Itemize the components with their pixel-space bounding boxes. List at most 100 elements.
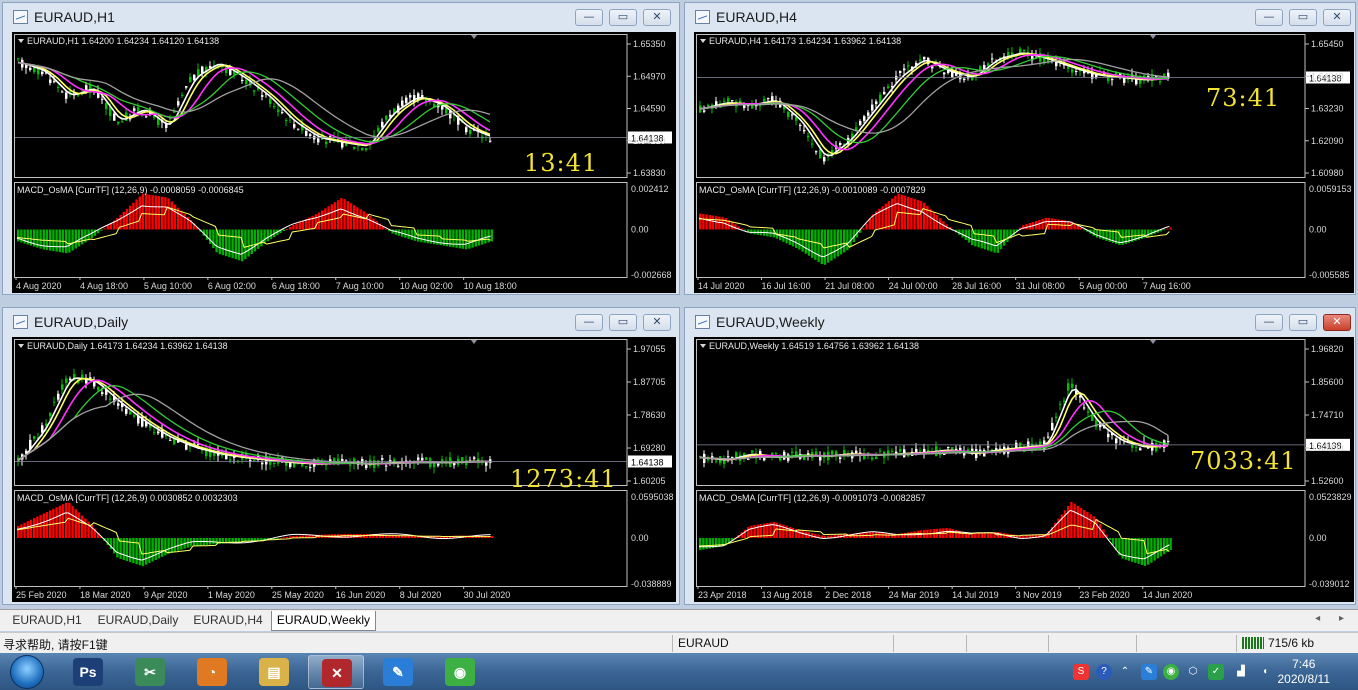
macd-bar — [317, 212, 321, 230]
macd-bar — [807, 229, 811, 256]
tab-euraud-h1[interactable]: EURAUD,H1 — [4, 611, 90, 631]
candle — [349, 464, 352, 466]
macd-bar — [301, 220, 305, 230]
tab-euraud-daily[interactable]: EURAUD,Daily — [90, 611, 186, 631]
candle — [273, 463, 276, 465]
tray-expand-icon[interactable]: ⌃ — [1117, 664, 1133, 680]
candle — [425, 457, 428, 460]
taskbar-app[interactable]: ◔ — [184, 655, 240, 689]
time-tick-label: 14 Jun 2020 — [1143, 590, 1193, 600]
macd-bar — [715, 216, 718, 230]
taskbar-app[interactable]: Ps — [60, 655, 116, 689]
tab-euraud-h4[interactable]: EURAUD,H4 — [186, 611, 270, 631]
macd-bar — [74, 509, 77, 538]
window-titlebar[interactable]: EURAUD,H4 — ▭ ✕ — [685, 3, 1355, 31]
taskbar-app[interactable]: ✕ — [308, 655, 364, 689]
wechat-icon: ◉ — [445, 658, 475, 686]
candle — [381, 458, 384, 460]
taskbar-app[interactable]: ✂ — [122, 655, 178, 689]
candle — [1083, 407, 1086, 409]
macd-bar — [257, 538, 260, 541]
window-titlebar[interactable]: EURAUD,Daily — ▭ ✕ — [3, 308, 679, 336]
chart-canvas[interactable]: 1.64138 1.97055 1.87705 1.78630 1.69280 1.602… — [12, 337, 676, 602]
chart-shift-marker — [1150, 35, 1156, 39]
maximize-button[interactable]: ▭ — [609, 314, 637, 331]
network-tray-icon[interactable]: ⬡ — [1185, 664, 1201, 680]
taskbar-app[interactable]: ▤ — [246, 655, 302, 689]
chart-window-h4[interactable]: EURAUD,H4 — ▭ ✕ 1.64138 1.65450 1.64340 1.6… — [684, 2, 1356, 295]
candle — [1095, 75, 1098, 78]
moving-average-line — [699, 392, 1169, 461]
browser-icon: ◔ — [197, 658, 227, 686]
chart-window-weekly[interactable]: EURAUD,Weekly — ▭ ✕ 1.64138 1.96820 1.8560… — [684, 307, 1356, 605]
minimize-button[interactable]: — — [1255, 9, 1283, 26]
close-button[interactable]: ✕ — [1323, 314, 1351, 331]
macd-label: MACD_OsMA [CurrTF] (12,26,9) 0.0030852 0… — [17, 493, 238, 503]
snipping-tool-icon: ✂ — [135, 658, 165, 686]
start-button-icon[interactable] — [10, 655, 44, 689]
note-tray-icon[interactable]: ✎ — [1141, 664, 1157, 680]
maximize-button[interactable]: ▭ — [1289, 314, 1317, 331]
candle — [305, 466, 308, 468]
minimize-button[interactable]: — — [575, 314, 603, 331]
system-clock[interactable]: 7:46 2020/8/11 — [1278, 657, 1331, 687]
macd-bar — [148, 538, 151, 564]
minimize-button[interactable]: — — [575, 9, 603, 26]
chart-window-h1[interactable]: EURAUD,H1 — ▭ ✕ 1.64138 1.65350 1.64970 1.6… — [2, 2, 680, 295]
candle — [803, 129, 806, 132]
macd-bar — [340, 198, 343, 230]
macd-bar — [1140, 538, 1143, 565]
macd-bar — [247, 229, 250, 257]
chart-canvas[interactable]: 1.64138 1.96820 1.85600 1.74710 1.63490 1.526… — [694, 337, 1354, 602]
macd-bar — [298, 221, 301, 230]
close-button[interactable]: ✕ — [1323, 9, 1351, 26]
candle — [177, 101, 180, 106]
chart-canvas[interactable]: 1.64138 1.65450 1.64340 1.63230 1.62090 1.609… — [694, 32, 1354, 293]
tab-scroll-arrows[interactable]: ◂ ▸ — [1315, 613, 1352, 624]
chart-canvas[interactable]: 1.64138 1.65350 1.64970 1.64590 1.64210 1.638… — [12, 32, 676, 293]
taskbar-app[interactable]: ✎ — [370, 655, 426, 689]
candle — [305, 130, 308, 136]
macd-bar — [148, 194, 151, 230]
macd-tick-label: 0.00 — [1309, 533, 1327, 543]
security-tray-icon[interactable]: ✓ — [1208, 664, 1224, 680]
candle — [125, 408, 128, 414]
close-button[interactable]: ✕ — [643, 314, 671, 331]
macd-bar — [980, 533, 983, 538]
volume-icon[interactable]: ◖ — [1257, 664, 1273, 680]
candle — [385, 115, 388, 120]
candle — [1051, 422, 1054, 431]
macd-bar — [801, 530, 804, 538]
help-icon[interactable]: ? — [1096, 664, 1112, 680]
chart-window-daily[interactable]: EURAUD,Daily — ▭ ✕ 1.64138 1.97055 1.87705… — [2, 307, 680, 605]
time-tick-label: 9 Apr 2020 — [144, 590, 188, 600]
price-tick-label: 1.63830 — [633, 168, 666, 178]
macd-bar — [711, 215, 715, 230]
candle — [193, 74, 196, 81]
candle — [907, 455, 910, 457]
candle — [261, 462, 264, 465]
maximize-button[interactable]: ▭ — [609, 9, 637, 26]
wechat-tray-icon[interactable]: ◉ — [1163, 664, 1179, 680]
macd-bar — [45, 229, 49, 251]
tab-euraud-weekly[interactable]: EURAUD,Weekly — [271, 611, 376, 631]
window-titlebar[interactable]: EURAUD,H1 — ▭ ✕ — [3, 3, 679, 31]
macd-bar — [1095, 229, 1099, 238]
minimize-button[interactable]: — — [1255, 314, 1283, 331]
window-titlebar[interactable]: EURAUD,Weekly — ▭ ✕ — [685, 308, 1355, 336]
macd-bar — [129, 205, 132, 230]
maximize-button[interactable]: ▭ — [1289, 9, 1317, 26]
collapse-triangle-icon — [18, 39, 24, 43]
sogou-input-icon[interactable]: S — [1073, 664, 1089, 680]
macd-bar — [983, 229, 987, 250]
candle — [863, 116, 866, 121]
signal-tray-icon[interactable]: ▟ — [1233, 664, 1249, 680]
taskbar-app[interactable]: ◉ — [432, 655, 488, 689]
candle — [747, 458, 750, 460]
price-tick-label: 1.65450 — [1311, 39, 1344, 49]
chart-window-icon — [13, 315, 28, 329]
close-button[interactable]: ✕ — [643, 9, 671, 26]
macd-tick-label: 0.0059153 — [1309, 184, 1352, 194]
macd-bar — [359, 209, 362, 230]
macd-bar — [164, 538, 167, 556]
